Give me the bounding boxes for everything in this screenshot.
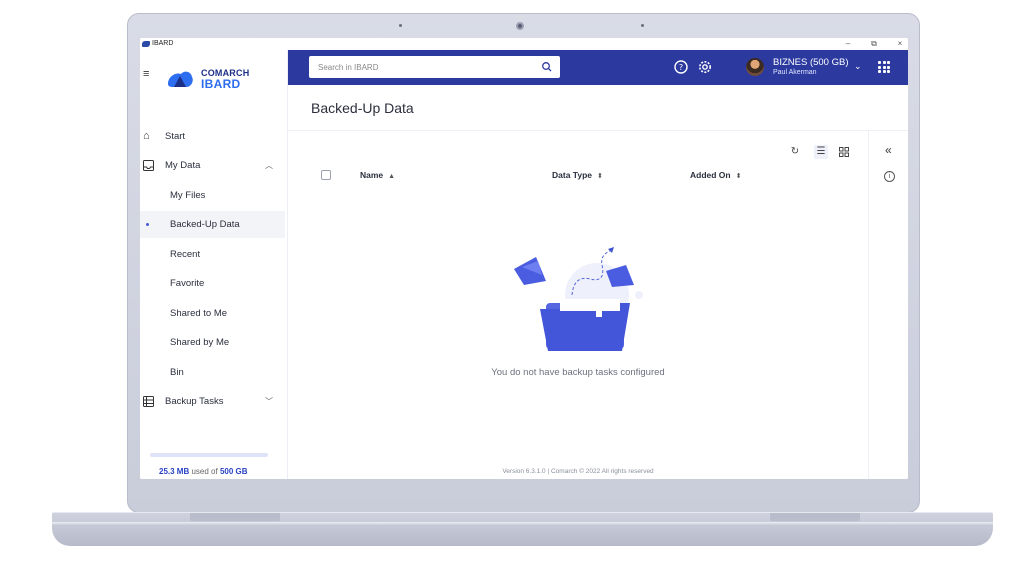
- page-title: Backed-Up Data: [311, 100, 414, 116]
- sidebar-item-label: Shared to Me: [170, 308, 228, 319]
- top-header-bar: ? BIZNES (500 GB) Paul Akerman ⌄: [288, 50, 908, 85]
- hinge-right: [770, 513, 860, 521]
- column-label: Data Type: [552, 170, 592, 180]
- sidebar-item-my-files[interactable]: My Files: [140, 182, 285, 209]
- app-logo-icon: [142, 41, 150, 47]
- chevron-up-icon: ︿: [265, 161, 273, 170]
- column-label: Name: [360, 170, 384, 180]
- column-header-name[interactable]: Name ▲: [360, 170, 395, 180]
- storage-used-value: 25.3 MB: [159, 467, 190, 476]
- brand-product: IBARD: [201, 77, 241, 91]
- chevron-down-icon[interactable]: ⌄: [854, 61, 862, 72]
- app-screen: IBARD – ⧉ × ≡ COMARCH IBARD ⌂ Start My D…: [140, 38, 908, 479]
- column-label: Added On: [690, 170, 731, 180]
- sidebar-item-my-data[interactable]: My Data ︿: [140, 152, 285, 179]
- search-box: [309, 56, 560, 78]
- webcam: [516, 22, 524, 30]
- sidebar-item-label: Bin: [170, 367, 184, 378]
- search-input[interactable]: [309, 56, 534, 78]
- user-name[interactable]: Paul Akerman: [773, 69, 817, 76]
- active-indicator-dot: [146, 223, 149, 226]
- sidebar-item-label: My Data: [165, 160, 201, 171]
- storage-separator: used of: [191, 467, 218, 476]
- empty-folder-illustration: [514, 247, 643, 351]
- tasks-icon: [143, 388, 155, 418]
- close-button[interactable]: ×: [892, 38, 908, 49]
- svg-text:?: ?: [679, 63, 683, 72]
- window-title: IBARD: [152, 40, 174, 47]
- user-plan[interactable]: BIZNES (500 GB): [773, 57, 849, 68]
- sidebar-item-label: My Files: [170, 190, 206, 201]
- hinge-left: [190, 513, 280, 521]
- sidebar-item-label: Favorite: [170, 278, 205, 289]
- avatar[interactable]: [746, 58, 764, 76]
- sidebar-item-shared-by-me[interactable]: Shared by Me: [140, 329, 285, 356]
- window-titlebar: IBARD – ⧉ ×: [140, 38, 908, 50]
- help-icon[interactable]: ?: [673, 59, 689, 75]
- refresh-icon[interactable]: ↻: [788, 145, 802, 159]
- grid-view-icon[interactable]: [837, 145, 851, 159]
- sort-icon: ⬍: [597, 173, 603, 180]
- list-view-icon[interactable]: ☰: [814, 145, 828, 159]
- home-icon: ⌂: [143, 130, 150, 142]
- sidebar-item-shared-to-me[interactable]: Shared to Me: [140, 300, 285, 327]
- sidebar-item-label: Backup Tasks: [165, 396, 224, 407]
- sidebar-item-bin[interactable]: Bin: [140, 359, 285, 386]
- maximize-button[interactable]: ⧉: [866, 38, 882, 49]
- footer-version: Version 6.3.1.0 | Comarch © 2022 All rig…: [502, 468, 654, 475]
- ibard-logo-icon: [168, 71, 193, 87]
- sidebar-item-label: Recent: [170, 249, 201, 260]
- apps-grid-icon[interactable]: [878, 61, 890, 73]
- table-header: Name ▲ Data Type ⬍ Added On ⬍: [288, 165, 868, 187]
- search-icon[interactable]: [541, 61, 553, 73]
- sidebar-item-favorite[interactable]: Favorite: [140, 270, 285, 297]
- sensor-dot: [399, 24, 402, 27]
- empty-state-message: You do not have backup tasks configured: [491, 367, 665, 378]
- storage-total-value: 500 GB: [219, 467, 248, 476]
- chevron-down-icon: ﹀: [265, 397, 273, 406]
- sidebar-item-label: Backed-Up Data: [170, 219, 240, 230]
- settings-gear-icon[interactable]: [697, 59, 713, 75]
- sidebar-item-recent[interactable]: Recent: [140, 241, 285, 268]
- sensor-dot: [641, 24, 644, 27]
- storage-usage: 25.3 MB used of 500 GB: [159, 467, 248, 476]
- sidebar-item-label: Shared by Me: [170, 337, 230, 348]
- laptop-base: [52, 512, 993, 546]
- sidebar-item-backed-up-data[interactable]: Backed-Up Data: [140, 211, 285, 238]
- menu-icon[interactable]: ≡: [143, 69, 153, 80]
- column-header-added-on[interactable]: Added On ⬍: [690, 170, 741, 180]
- info-icon[interactable]: i: [884, 171, 895, 182]
- sidebar-item-start[interactable]: ⌂ Start: [140, 123, 285, 150]
- inbox-icon: [143, 152, 155, 182]
- sort-asc-icon: ▲: [388, 173, 396, 180]
- sidebar-item-label: Start: [165, 131, 186, 142]
- sidebar: ≡ COMARCH IBARD ⌂ Start My Data ︿ My Fil…: [140, 50, 288, 479]
- base-groove: [52, 522, 993, 526]
- column-header-data-type[interactable]: Data Type ⬍: [552, 170, 603, 180]
- details-rail: « i: [868, 130, 908, 479]
- sidebar-item-backup-tasks[interactable]: Backup Tasks ﹀: [140, 388, 285, 415]
- minimize-button[interactable]: –: [840, 38, 856, 49]
- storage-progress-bar: [150, 453, 268, 457]
- collapse-panel-icon[interactable]: «: [885, 143, 892, 157]
- sort-icon: ⬍: [735, 173, 742, 180]
- select-all-checkbox[interactable]: [321, 170, 331, 180]
